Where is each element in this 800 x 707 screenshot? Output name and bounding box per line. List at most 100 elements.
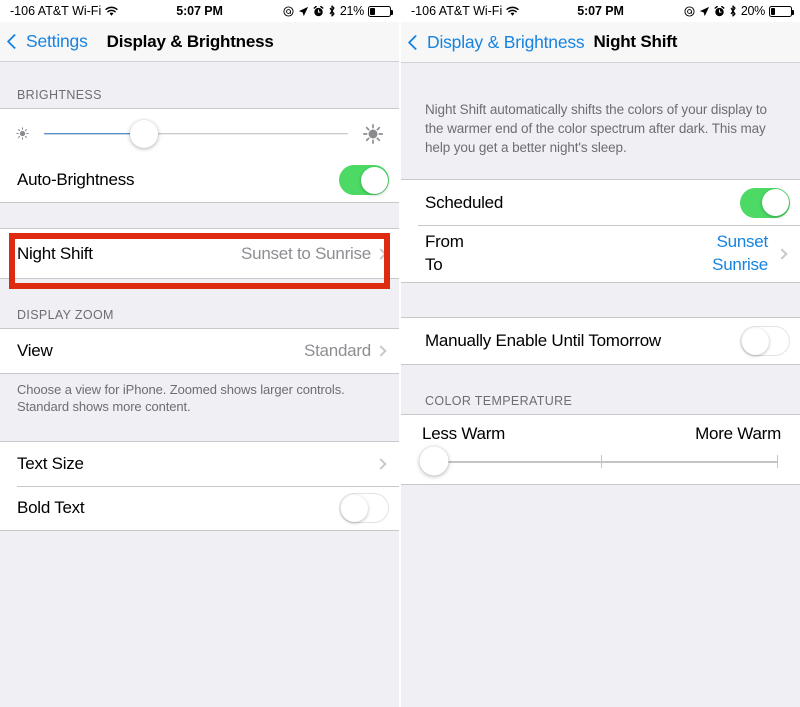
sun-small-icon	[16, 127, 29, 140]
scheduled-group: Scheduled From To Sunset Sunrise	[401, 179, 800, 284]
dual-screenshot-container: -106 AT&T Wi-Fi 5:07 PM 21% Settings Dis…	[0, 0, 800, 707]
battery-fill	[370, 7, 375, 15]
to-value: Sunrise	[712, 255, 768, 275]
bluetooth-icon	[329, 5, 335, 17]
battery-fill	[771, 7, 776, 15]
nav-bar-left: Settings Display & Brightness	[0, 22, 399, 62]
brightness-track-fill	[44, 132, 145, 135]
row-view[interactable]: View Standard	[0, 329, 399, 373]
row-auto-brightness[interactable]: Auto-Brightness	[0, 158, 399, 202]
night-shift-group: Night Shift Sunset to Sunrise	[0, 228, 399, 279]
status-bar-left-group: -106 AT&T Wi-Fi	[411, 4, 519, 18]
battery-icon	[368, 5, 394, 17]
color-temperature-slider-row[interactable]	[401, 444, 800, 485]
spacer-description-bottom	[401, 157, 800, 180]
less-warm-label: Less Warm	[422, 424, 506, 444]
sun-large-icon	[363, 123, 383, 144]
brightness-track[interactable]	[44, 119, 348, 149]
display-zoom-footnote: Choose a view for iPhone. Zoomed shows l…	[0, 374, 399, 426]
chevron-right-icon	[776, 248, 788, 260]
battery-percent-label: 21%	[339, 4, 364, 18]
to-label: To	[425, 255, 443, 275]
right-phone-screen: -106 AT&T Wi-Fi 5:07 PM 20% Display & Br…	[399, 0, 800, 707]
spacer-display-zoom	[0, 279, 399, 310]
text-size-label: Text Size	[17, 454, 84, 474]
view-value: Standard	[304, 341, 371, 360]
brightness-group: Auto-Brightness	[0, 108, 399, 203]
status-bar-left-group: -106 AT&T Wi-Fi	[10, 4, 118, 18]
display-zoom-group: View Standard	[0, 328, 399, 374]
scheduled-label: Scheduled	[425, 192, 504, 212]
location-arrow-icon	[699, 6, 709, 16]
view-label: View	[17, 341, 53, 360]
row-scheduled[interactable]: Scheduled	[401, 180, 800, 226]
manually-enable-label: Manually Enable Until Tomorrow	[425, 331, 661, 351]
back-button-display-brightness[interactable]: Display & Brightness	[407, 31, 585, 53]
brightness-slider-row[interactable]	[0, 109, 399, 158]
color-temperature-track[interactable]	[419, 444, 778, 484]
bold-text-label: Bold Text	[17, 498, 85, 518]
manually-enable-toggle[interactable]	[740, 326, 790, 357]
section-header-display-zoom: DISPLAY ZOOM	[0, 308, 399, 328]
toggle-knob	[340, 494, 368, 522]
status-bar-right-group: 20%	[684, 4, 795, 18]
spacer-description-top	[401, 63, 800, 100]
chevron-right-icon	[375, 345, 387, 357]
brightness-slider-thumb[interactable]	[130, 119, 159, 148]
night-shift-label: Night Shift	[17, 243, 93, 263]
nav-bar-right: Display & Brightness Night Shift	[401, 22, 800, 63]
status-bar-right-group: 21%	[283, 4, 394, 18]
from-value: Sunset	[716, 231, 769, 251]
bluetooth-icon	[730, 5, 736, 17]
spacer-top	[0, 62, 399, 89]
spacer-color-temp	[401, 365, 800, 397]
do-not-disturb-icon	[684, 5, 695, 17]
text-settings-group: Text Size Bold Text	[0, 441, 399, 532]
schedule-labels: From To	[425, 225, 464, 282]
auto-brightness-toggle[interactable]	[339, 165, 389, 195]
bold-text-toggle[interactable]	[339, 493, 389, 524]
manual-enable-group: Manually Enable Until Tomorrow	[401, 317, 800, 366]
slider-tick-mid	[600, 455, 602, 469]
color-temperature-labels: Less Warm More Warm	[401, 415, 800, 445]
spacer-night-shift	[0, 203, 399, 228]
alarm-clock-icon	[313, 5, 324, 16]
spacer-text-settings	[0, 425, 399, 442]
carrier-label: -106 AT&T Wi-Fi	[10, 4, 102, 18]
page-title: Night Shift	[593, 32, 678, 51]
wifi-icon	[105, 6, 118, 16]
scheduled-toggle[interactable]	[740, 187, 790, 218]
auto-brightness-label: Auto-Brightness	[17, 170, 135, 189]
location-arrow-icon	[298, 6, 308, 16]
status-bar-right: -106 AT&T Wi-Fi 5:07 PM 20%	[401, 0, 800, 22]
chevron-right-icon	[375, 458, 387, 470]
row-night-shift[interactable]: Night Shift Sunset to Sunrise	[0, 229, 399, 278]
status-bar-left: -106 AT&T Wi-Fi 5:07 PM 21%	[0, 0, 399, 22]
carrier-label: -106 AT&T Wi-Fi	[411, 4, 503, 18]
row-text-size[interactable]: Text Size	[0, 442, 399, 487]
section-header-color-temperature: COLOR TEMPERATURE	[401, 394, 800, 415]
schedule-values: Sunset Sunrise	[712, 225, 778, 282]
back-button-label: Settings	[26, 31, 88, 51]
more-warm-label: More Warm	[695, 424, 781, 444]
wifi-icon	[506, 6, 519, 16]
chevron-left-icon	[6, 33, 23, 50]
do-not-disturb-icon	[283, 5, 294, 17]
chevron-right-icon	[375, 247, 387, 260]
spacer-manual	[401, 283, 800, 318]
row-schedule-times[interactable]: From To Sunset Sunrise	[401, 225, 800, 283]
toggle-knob	[741, 327, 769, 355]
back-button-label: Display & Brightness	[427, 31, 585, 52]
chevron-left-icon	[407, 34, 424, 50]
night-shift-value: Sunset to Sunrise	[241, 243, 371, 263]
alarm-clock-icon	[714, 5, 725, 16]
color-temperature-group: Less Warm More Warm	[401, 414, 800, 486]
color-temperature-slider-thumb[interactable]	[419, 446, 449, 476]
back-button-settings[interactable]: Settings	[6, 31, 88, 52]
section-header-brightness: BRIGHTNESS	[0, 88, 399, 108]
page-title: Display & Brightness	[106, 31, 274, 51]
night-shift-description: Night Shift automatically shifts the col…	[401, 100, 800, 158]
row-bold-text[interactable]: Bold Text	[0, 486, 399, 531]
left-phone-screen: -106 AT&T Wi-Fi 5:07 PM 21% Settings Dis…	[0, 0, 399, 707]
row-manually-enable[interactable]: Manually Enable Until Tomorrow	[401, 318, 800, 365]
